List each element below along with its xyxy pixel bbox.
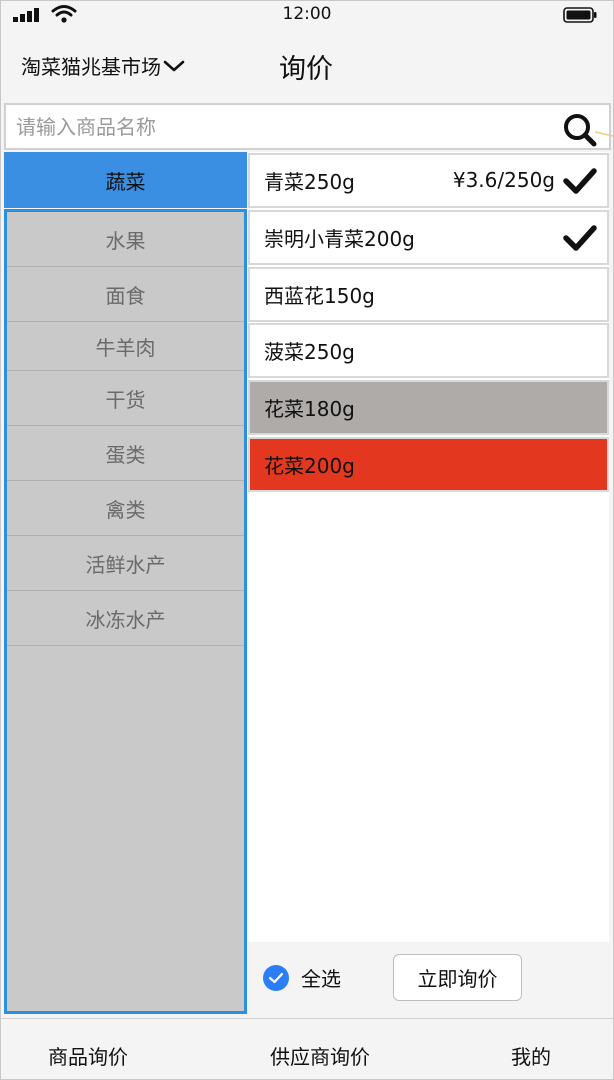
header: 淘菜猫兆基市场 询价 bbox=[1, 31, 613, 101]
search-input[interactable] bbox=[16, 105, 556, 148]
page-title: 询价 bbox=[279, 54, 333, 85]
category-item[interactable]: 干货 bbox=[7, 371, 244, 426]
tab-mine[interactable]: 我的 bbox=[511, 1041, 551, 1070]
category-item[interactable]: 冰冻水产 bbox=[7, 591, 244, 646]
search-icon[interactable] bbox=[561, 111, 613, 147]
category-item[interactable]: 活鲜水产 bbox=[7, 536, 244, 591]
tab-supplier-inquiry[interactable]: 供应商询价 bbox=[270, 1041, 370, 1070]
select-all-checkbox[interactable]: 全选 bbox=[263, 963, 341, 992]
search-bar bbox=[4, 103, 613, 150]
market-selector[interactable]: 淘菜猫兆基市场 bbox=[21, 51, 185, 80]
battery-icon bbox=[563, 7, 597, 23]
product-item[interactable]: 花菜200g bbox=[248, 437, 609, 492]
tab-product-inquiry[interactable]: 商品询价 bbox=[48, 1041, 128, 1070]
market-name: 淘菜猫兆基市场 bbox=[21, 55, 161, 79]
checkmark-icon[interactable] bbox=[563, 224, 597, 252]
category-item[interactable]: 蛋类 bbox=[7, 426, 244, 481]
product-name: 崇明小青菜200g bbox=[264, 227, 415, 251]
inquiry-now-button[interactable]: 立即询价 bbox=[393, 954, 522, 1001]
checkbox-checked-icon bbox=[263, 964, 289, 991]
product-name: 西蓝花150g bbox=[264, 284, 375, 308]
select-all-label: 全选 bbox=[301, 967, 341, 991]
product-item[interactable]: 花菜180g bbox=[248, 380, 609, 435]
category-item[interactable]: 牛羊肉 bbox=[7, 322, 244, 371]
product-name: 菠菜250g bbox=[264, 340, 355, 364]
product-item[interactable]: 青菜250g ¥3.6/250g bbox=[248, 153, 609, 208]
product-list: 青菜250g ¥3.6/250g 崇明小青菜200g 西蓝花150g 菠菜250… bbox=[248, 152, 609, 942]
product-name: 青菜250g bbox=[264, 170, 355, 194]
status-bar: 12:00 bbox=[1, 1, 613, 31]
phone-frame: 12:00 淘菜猫兆基市场 询价 蔬菜 水果 面食 牛羊肉 bbox=[0, 0, 614, 1080]
status-time: 12:00 bbox=[282, 4, 332, 24]
category-list: 水果 面食 牛羊肉 干货 蛋类 禽类 活鲜水产 冰冻水产 bbox=[4, 209, 247, 1014]
category-item[interactable]: 水果 bbox=[7, 212, 244, 267]
category-sidebar: 蔬菜 水果 面食 牛羊肉 干货 蛋类 禽类 活鲜水产 冰冻水产 bbox=[4, 152, 247, 1014]
category-item-active[interactable]: 蔬菜 bbox=[4, 152, 247, 208]
product-price: ¥3.6/250g bbox=[452, 168, 555, 192]
product-name: 花菜200g bbox=[264, 454, 355, 478]
chevron-down-icon bbox=[163, 60, 185, 71]
checkmark-icon[interactable] bbox=[563, 167, 597, 195]
tab-bar: 商品询价 供应商询价 我的 bbox=[1, 1018, 613, 1079]
product-item[interactable]: 崇明小青菜200g bbox=[248, 210, 609, 265]
product-name: 花菜180g bbox=[264, 397, 355, 421]
product-item[interactable]: 西蓝花150g bbox=[248, 267, 609, 322]
category-item[interactable]: 禽类 bbox=[7, 481, 244, 536]
product-item[interactable]: 菠菜250g bbox=[248, 323, 609, 378]
category-item[interactable]: 面食 bbox=[7, 267, 244, 322]
